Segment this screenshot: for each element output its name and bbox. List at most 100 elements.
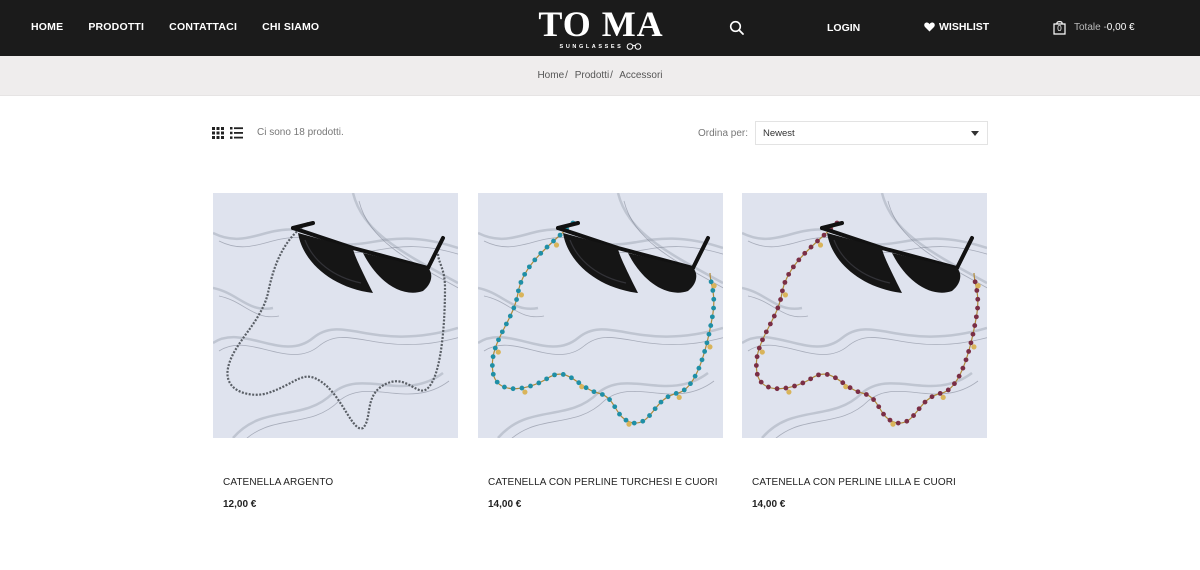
bead [972, 323, 978, 328]
bead [808, 244, 814, 250]
bead [612, 404, 618, 410]
bead [972, 279, 978, 285]
breadcrumb-separator: / [565, 70, 568, 81]
nav-chi-siamo[interactable]: CHI SIAMO [262, 21, 319, 33]
bead [911, 413, 916, 418]
bead [808, 376, 814, 382]
product-name[interactable]: CATENELLA ARGENTO [223, 477, 333, 488]
bead [503, 321, 509, 327]
nav-contattaci[interactable]: CONTATTACI [169, 21, 237, 33]
bead [702, 349, 708, 354]
bead [708, 323, 714, 328]
product-image[interactable] [213, 193, 458, 438]
bead [519, 385, 525, 391]
breadcrumb-home[interactable]: Home [537, 70, 564, 81]
bead [767, 321, 773, 327]
grid-view-icon [212, 127, 224, 139]
nav-home[interactable]: HOME [31, 21, 63, 33]
bead [711, 305, 716, 311]
bead [895, 420, 901, 426]
bead [511, 305, 517, 311]
bead [665, 394, 671, 400]
cart-button[interactable]: 0 Totale -0,00 € [1053, 20, 1135, 35]
breadcrumb-accessori[interactable]: Accessori [619, 70, 662, 81]
bead [753, 363, 759, 368]
product-card: CATENELLA CON PERLINE LILLA E CUORI 14,0… [742, 193, 987, 523]
bead [778, 297, 783, 302]
heart-charm [975, 283, 981, 289]
chevron-down-icon [971, 131, 979, 136]
bead [763, 329, 769, 335]
bead [876, 404, 882, 410]
bead [771, 313, 777, 319]
bead [937, 391, 943, 396]
bead [904, 418, 910, 424]
bead [847, 385, 853, 391]
marble-background [213, 193, 458, 438]
bead [518, 279, 524, 285]
bead [647, 413, 652, 418]
wishlist-link[interactable]: WISHLIST [924, 21, 989, 33]
bead [507, 313, 513, 319]
bead [557, 232, 563, 238]
bead [780, 288, 785, 294]
bead [510, 386, 516, 392]
search-icon [729, 20, 744, 35]
bead [796, 257, 802, 263]
bead [514, 297, 519, 302]
bead [963, 357, 969, 363]
bead [696, 365, 702, 371]
login-link[interactable]: LOGIN [827, 22, 860, 34]
bead [855, 389, 861, 395]
site-logo[interactable]: TO MA SUNGLASSES [536, 6, 666, 52]
bead [833, 375, 838, 381]
bead [496, 337, 501, 343]
bead [960, 365, 966, 371]
bead [599, 392, 605, 397]
bead [881, 411, 886, 417]
heart-icon [924, 22, 935, 32]
product-name[interactable]: CATENELLA CON PERLINE TURCHESI E CUORI [488, 477, 718, 488]
list-view-icon [230, 127, 243, 139]
grid-view-button[interactable] [212, 126, 224, 139]
bead [966, 349, 972, 354]
product-image[interactable] [742, 193, 987, 438]
product-image[interactable] [478, 193, 723, 438]
bead [824, 372, 830, 377]
bead [975, 296, 981, 302]
bead [970, 331, 976, 337]
search-button[interactable] [729, 20, 745, 36]
bead [756, 345, 762, 351]
bead [816, 372, 821, 378]
breadcrumb-prodotti[interactable]: Prodotti [575, 70, 609, 81]
logo-text: TO MA [538, 4, 664, 44]
bead [569, 375, 574, 381]
bead [706, 331, 712, 337]
bead [922, 399, 928, 405]
bead [800, 380, 806, 386]
cart-total: Totale -0,00 € [1074, 22, 1135, 33]
bead [591, 389, 597, 395]
shopping-bag-icon: 0 [1053, 20, 1066, 35]
cart-total-label: Totale - [1074, 22, 1107, 33]
bead [631, 420, 637, 426]
bead [640, 418, 646, 424]
heart-charm [676, 394, 682, 401]
heart-charm [843, 384, 849, 390]
breadcrumb-bar: Home/ Prodotti/ Accessori [0, 56, 1200, 96]
sort-label: Ordina per: [698, 128, 749, 139]
cart-count: 0 [1057, 24, 1062, 33]
bead [681, 387, 687, 393]
heart-charm [553, 242, 560, 248]
bead [929, 394, 935, 400]
product-price: 14,00 € [752, 499, 786, 510]
list-view-button[interactable] [230, 126, 243, 139]
sort-select[interactable]: Newest [755, 121, 988, 145]
marble-background [742, 193, 987, 438]
bead [766, 384, 771, 390]
product-name[interactable]: CATENELLA CON PERLINE LILLA E CUORI [752, 477, 956, 488]
bead [522, 271, 528, 277]
nav-prodotti[interactable]: PRODOTTI [88, 21, 144, 33]
bead [576, 380, 582, 386]
bead [887, 417, 893, 423]
